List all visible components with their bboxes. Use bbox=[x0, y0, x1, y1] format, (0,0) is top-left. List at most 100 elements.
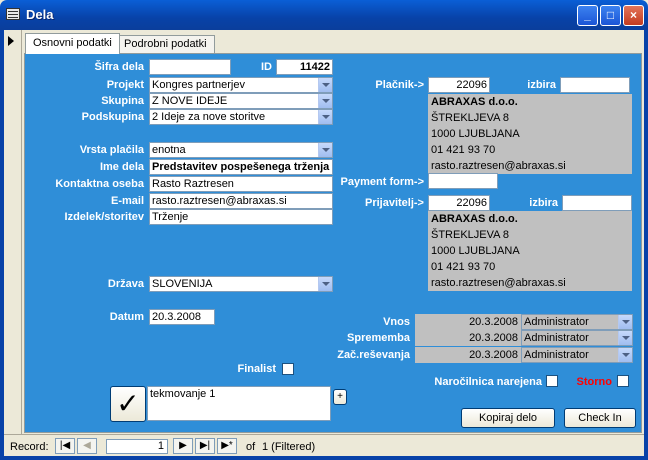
finalist-label: Finalist bbox=[237, 363, 276, 375]
prijavitelj-street: ŠTREKLJEVA 8 bbox=[428, 227, 632, 243]
vnos-user-combo[interactable]: Administrator bbox=[521, 314, 633, 330]
payment-form-label: Payment form-> bbox=[340, 176, 424, 188]
memo-field[interactable]: tekmovanje 1 bbox=[147, 386, 331, 421]
projekt-value: Kongres partnerjev bbox=[152, 79, 245, 91]
kopiraj-delo-button[interactable]: Kopiraj delo bbox=[461, 408, 555, 428]
tab-osnovni-podatki[interactable]: Osnovni podatki bbox=[25, 33, 120, 54]
next-record-button[interactable]: ▶ bbox=[173, 438, 193, 454]
skupina-value: Z NOVE IDEJE bbox=[152, 95, 228, 107]
sifra-field[interactable] bbox=[149, 59, 231, 75]
sprememba-user: Administrator bbox=[524, 332, 589, 344]
chevron-down-icon[interactable] bbox=[318, 143, 332, 157]
storno-label: Storno bbox=[576, 376, 612, 388]
record-label: Record: bbox=[10, 441, 49, 453]
previous-record-button[interactable]: ◀ bbox=[77, 438, 97, 454]
chevron-down-icon[interactable] bbox=[318, 78, 332, 92]
first-record-button[interactable]: |◀ bbox=[55, 438, 75, 454]
title-bar[interactable] bbox=[0, 0, 648, 30]
drzava-value: SLOVENIJA bbox=[152, 278, 213, 290]
id-label: ID bbox=[261, 61, 272, 73]
record-number-input[interactable]: 1 bbox=[106, 439, 168, 454]
datum-label: Datum bbox=[109, 311, 144, 323]
sprememba-user-combo[interactable]: Administrator bbox=[521, 330, 633, 346]
sprememba-label: Sprememba bbox=[347, 332, 410, 344]
tab-podrobni-podatki[interactable]: Podrobni podatki bbox=[116, 35, 215, 53]
new-record-button[interactable]: ▶* bbox=[217, 438, 237, 454]
chevron-down-icon[interactable] bbox=[318, 94, 332, 108]
vnos-label: Vnos bbox=[383, 316, 410, 328]
projekt-combo[interactable]: Kongres partnerjev bbox=[149, 77, 333, 93]
drzava-label: Država bbox=[107, 278, 144, 290]
podskupina-label: Podskupina bbox=[81, 111, 144, 123]
placnik-label: Plačnik-> bbox=[375, 79, 424, 91]
narocilnica-checkbox[interactable] bbox=[546, 375, 558, 387]
chevron-down-icon[interactable] bbox=[618, 331, 632, 345]
record-total: 1 (Filtered) bbox=[262, 441, 316, 453]
prijavitelj-city: 1000 LJUBLJANA bbox=[428, 243, 632, 259]
placnik-code-field[interactable]: 22096 bbox=[428, 77, 490, 93]
placnik-izbira-label: izbira bbox=[527, 79, 556, 91]
window-title: Dela bbox=[26, 7, 54, 22]
storno-checkbox[interactable] bbox=[617, 375, 629, 387]
current-record-arrow-icon bbox=[8, 36, 14, 46]
chevron-down-icon[interactable] bbox=[318, 110, 332, 124]
prijavitelj-email: rasto.raztresen@abraxas.si bbox=[428, 275, 632, 291]
chevron-down-icon[interactable] bbox=[618, 315, 632, 329]
kontaktna-oseba-label: Kontaktna oseba bbox=[55, 178, 144, 190]
izdelek-storitev-field[interactable]: Trženje bbox=[149, 209, 333, 225]
ime-dela-label: Ime dela bbox=[99, 161, 144, 173]
placnik-city: 1000 LJUBLJANA bbox=[428, 126, 632, 142]
skupina-combo[interactable]: Z NOVE IDEJE bbox=[149, 93, 333, 109]
placnik-phone: 01 421 93 70 bbox=[428, 142, 632, 158]
skupina-label: Skupina bbox=[101, 95, 144, 107]
zac-resevanja-user-combo[interactable]: Administrator bbox=[521, 347, 633, 363]
record-navigation-bar bbox=[4, 434, 644, 456]
podskupina-combo[interactable]: 2 Ideje za nove storitve bbox=[149, 109, 333, 125]
vnos-date: 20.3.2008 bbox=[415, 314, 521, 330]
chevron-down-icon[interactable] bbox=[618, 348, 632, 362]
prijavitelj-izbira-label: izbira bbox=[529, 197, 558, 209]
placnik-street: ŠTREKLJEVA 8 bbox=[428, 110, 632, 126]
sifra-label: Šifra dela bbox=[94, 61, 144, 73]
placnik-email: rasto.raztresen@abraxas.si bbox=[428, 158, 632, 174]
izdelek-storitev-label: Izdelek/storitev bbox=[64, 211, 144, 223]
vrsta-placila-label: Vrsta plačila bbox=[79, 144, 144, 156]
vrsta-placila-value: enotna bbox=[152, 144, 186, 156]
vnos-user: Administrator bbox=[524, 316, 589, 328]
check-icon[interactable]: ✓ bbox=[110, 386, 146, 422]
prijavitelj-code-field[interactable]: 22096 bbox=[428, 195, 490, 211]
zac-resevanja-user: Administrator bbox=[524, 349, 589, 361]
maximize-button[interactable]: □ bbox=[600, 5, 621, 26]
finalist-checkbox[interactable] bbox=[282, 363, 294, 375]
check-in-button[interactable]: Check In bbox=[564, 408, 636, 428]
podskupina-value: 2 Ideje za nove storitve bbox=[152, 111, 266, 123]
prijavitelj-izbira-field[interactable] bbox=[562, 195, 632, 211]
sprememba-date: 20.3.2008 bbox=[415, 330, 521, 346]
close-button[interactable]: × bbox=[623, 5, 644, 26]
vrsta-placila-combo[interactable]: enotna bbox=[149, 142, 333, 158]
last-record-button[interactable]: ▶| bbox=[195, 438, 215, 454]
zac-resevanja-date: 20.3.2008 bbox=[415, 347, 521, 363]
record-selector[interactable] bbox=[4, 30, 22, 434]
narocilnica-label: Naročilnica narejena bbox=[434, 376, 542, 388]
add-memo-button[interactable]: + bbox=[333, 389, 347, 405]
email-field[interactable]: rasto.raztresen@abraxas.si bbox=[149, 193, 333, 209]
drzava-combo[interactable]: SLOVENIJA bbox=[149, 276, 333, 292]
kontaktna-oseba-field[interactable]: Rasto Raztresen bbox=[149, 176, 333, 192]
datum-field[interactable]: 20.3.2008 bbox=[149, 309, 215, 325]
of-label: of bbox=[246, 441, 256, 453]
zac-resevanja-label: Zač.reševanja bbox=[337, 349, 410, 361]
form-icon[interactable] bbox=[6, 8, 20, 20]
ime-dela-field[interactable]: Predstavitev pospešenega trženja bbox=[149, 159, 333, 175]
email-label: E-mail bbox=[110, 195, 144, 207]
prijavitelj-phone: 01 421 93 70 bbox=[428, 259, 632, 275]
prijavitelj-name: ABRAXAS d.o.o. bbox=[428, 211, 632, 227]
payment-form-field[interactable] bbox=[428, 173, 498, 189]
placnik-name: ABRAXAS d.o.o. bbox=[428, 94, 632, 110]
prijavitelj-label: Prijavitelj-> bbox=[364, 197, 424, 209]
chevron-down-icon[interactable] bbox=[318, 277, 332, 291]
placnik-izbira-field[interactable] bbox=[560, 77, 630, 93]
projekt-label: Projekt bbox=[106, 79, 144, 91]
id-field[interactable]: 11422 bbox=[276, 59, 333, 75]
minimize-button[interactable]: _ bbox=[577, 5, 598, 26]
